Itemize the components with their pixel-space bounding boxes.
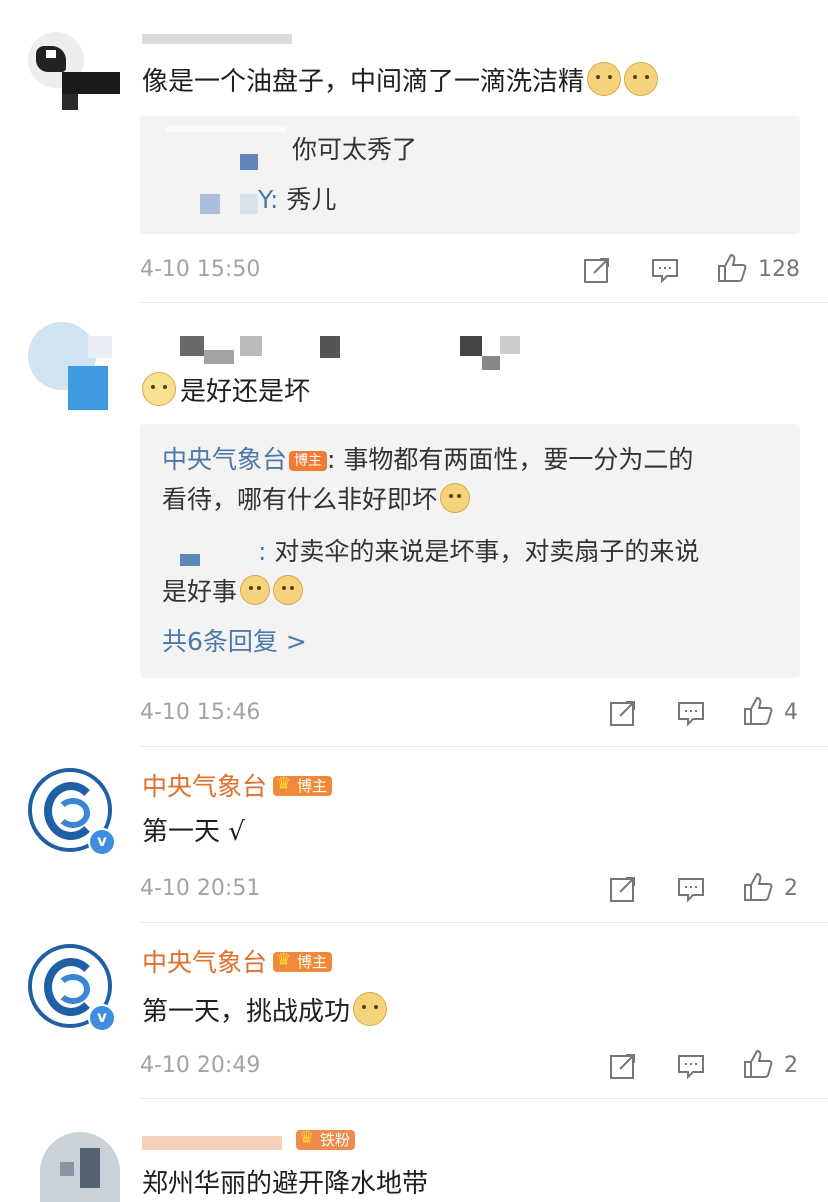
- comment-text: 第一天 √: [142, 817, 245, 847]
- comment-icon[interactable]: [676, 698, 706, 728]
- fan-badge: 铁粉: [296, 1128, 356, 1150]
- timestamp: 4-10 20:51: [140, 876, 261, 901]
- doge-emoji-icon: [353, 992, 388, 1026]
- avatar[interactable]: [28, 322, 112, 412]
- divider: [140, 302, 828, 303]
- doge-emoji-icon: [240, 575, 271, 605]
- avatar[interactable]: [40, 1132, 120, 1202]
- reply-line: 看待，哪有什么非好即坏: [162, 480, 471, 520]
- like-icon[interactable]: [716, 252, 748, 284]
- like-icon[interactable]: [742, 695, 774, 727]
- verified-icon: v: [88, 1004, 116, 1032]
- comment-icon[interactable]: [650, 255, 680, 285]
- comment-author[interactable]: 中央气象台博主: [142, 770, 333, 804]
- comment-author[interactable]: 中央气象台博主: [142, 946, 333, 980]
- username-redacted[interactable]: [142, 34, 292, 44]
- timestamp: 4-10 15:46: [140, 700, 261, 725]
- comment-text: 是好还是坏: [142, 372, 310, 410]
- author-badge: 博主: [273, 950, 333, 972]
- doge-emoji-icon: [624, 62, 659, 96]
- share-icon[interactable]: [608, 1051, 638, 1081]
- redaction-block: [180, 554, 200, 566]
- reply-line: 是好事: [162, 572, 304, 612]
- like-count: 2: [784, 876, 798, 901]
- comment-text: 第一天，挑战成功: [142, 992, 388, 1030]
- comment-icon[interactable]: [676, 874, 706, 904]
- reply-box[interactable]: 你可太秀了 Y: 秀儿: [140, 116, 800, 234]
- like-count: 2: [784, 1053, 798, 1078]
- comment-icon[interactable]: [676, 1051, 706, 1081]
- like-icon[interactable]: [742, 871, 774, 903]
- more-replies-link[interactable]: 共6条回复 >: [162, 622, 307, 662]
- redaction-block: [62, 72, 120, 94]
- redaction-block: [204, 350, 234, 364]
- reply-box[interactable]: 中央气象台 博主: 事物都有两面性，要一分为二的 看待，哪有什么非好即坏 : 对卖…: [140, 424, 800, 678]
- like-icon[interactable]: [742, 1048, 774, 1080]
- redaction-block: [142, 1136, 282, 1150]
- redaction-block: [62, 94, 78, 110]
- redaction-block: [482, 356, 500, 370]
- timestamp: 4-10 15:50: [140, 257, 261, 282]
- comment-author[interactable]: 铁粉: [290, 1128, 356, 1153]
- share-icon[interactable]: [608, 874, 638, 904]
- author-badge: 博主: [273, 774, 333, 796]
- share-icon[interactable]: [582, 255, 612, 285]
- redaction-block: [240, 336, 262, 356]
- redaction-block: [320, 336, 340, 358]
- redaction-block: [200, 194, 220, 214]
- redaction-block: [500, 336, 520, 354]
- like-count: 4: [784, 700, 798, 725]
- comment-text: 像是一个油盘子，中间滴了一滴洗洁精: [142, 62, 659, 100]
- doge-emoji-icon: [440, 483, 471, 513]
- author-badge: 博主: [289, 451, 328, 471]
- doge-emoji-icon: [587, 62, 622, 96]
- redaction-block: [240, 194, 258, 214]
- comment-text: 郑州华丽的避开降水地带: [142, 1169, 429, 1199]
- reply-line: 中央气象台 博主: 事物都有两面性，要一分为二的: [162, 445, 694, 474]
- reply-line: Y: 秀儿: [258, 185, 337, 214]
- divider: [140, 1098, 828, 1099]
- redaction-block: [166, 126, 286, 132]
- like-count: 128: [758, 257, 800, 282]
- verified-icon: v: [88, 828, 116, 856]
- glasses-emoji-icon: [142, 372, 176, 406]
- redaction-block: [460, 336, 482, 356]
- reply-text: 你可太秀了: [292, 135, 418, 164]
- timestamp: 4-10 20:49: [140, 1053, 261, 1078]
- divider: [140, 922, 828, 923]
- doge-emoji-icon: [273, 575, 304, 605]
- redaction-block: [180, 336, 204, 356]
- divider: [140, 746, 828, 747]
- redaction-block: [240, 154, 258, 170]
- share-icon[interactable]: [608, 698, 638, 728]
- reply-line: : 对卖伞的来说是坏事，对卖扇子的来说: [258, 537, 700, 566]
- reply-username[interactable]: 中央气象台: [162, 445, 287, 474]
- reply-username[interactable]: Y:: [258, 185, 278, 214]
